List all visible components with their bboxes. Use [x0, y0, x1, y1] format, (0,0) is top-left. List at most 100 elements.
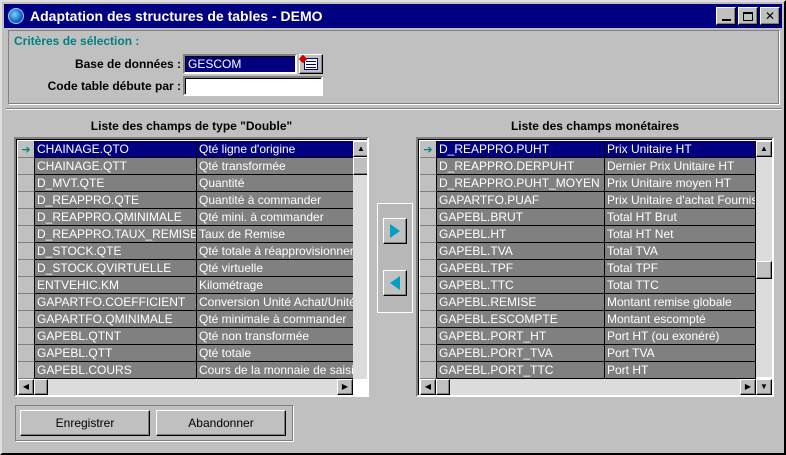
row-selector[interactable]	[18, 345, 35, 362]
field-name-cell: GAPEBL.HT	[437, 226, 605, 243]
row-selector[interactable]	[18, 294, 35, 311]
scroll-thumb[interactable]	[353, 157, 367, 175]
table-row[interactable]: D_REAPPRO.PUHT_MOYEN Prix Unitaire moyen …	[420, 175, 756, 192]
row-selector[interactable]	[18, 192, 35, 209]
minimize-button[interactable]	[716, 7, 736, 25]
row-selector[interactable]	[420, 260, 437, 277]
table-row[interactable]: GAPEBL.HT Total HT Net	[420, 226, 756, 243]
field-description-cell: Qté non transformée	[197, 328, 355, 345]
db-label: Base de données :	[74, 57, 181, 71]
table-row[interactable]: ➔ CHAINAGE.QTO Qté ligne d'origine	[18, 141, 355, 158]
field-name-cell: GAPEBL.REMISE	[437, 294, 605, 311]
field-description-cell: Dernier Prix Unitaire HT	[605, 158, 756, 175]
field-description-cell: Qté minimale à commander	[197, 311, 355, 328]
field-description-cell: Qté totale à réapprovisionner	[197, 243, 355, 260]
table-row[interactable]: GAPARTFO.QMINIMALE Qté minimale à command…	[18, 311, 355, 328]
field-name-cell: GAPEBL.PORT_TTC	[437, 362, 605, 379]
row-selector[interactable]	[18, 158, 35, 175]
row-selector[interactable]	[18, 277, 35, 294]
row-selector[interactable]	[420, 311, 437, 328]
table-row[interactable]: GAPEBL.TVA Total TVA	[420, 243, 756, 260]
cancel-button[interactable]: Abandonner	[156, 410, 286, 436]
arrow-right-icon	[390, 224, 400, 238]
scroll-right-button[interactable]: ▶	[337, 379, 353, 395]
field-name-cell: GAPEBL.TVA	[437, 243, 605, 260]
scroll-up-button[interactable]: ▲	[353, 141, 367, 157]
row-selector[interactable]	[420, 277, 437, 294]
table-row[interactable]: GAPEBL.TPF Total TPF	[420, 260, 756, 277]
save-button[interactable]: Enregistrer	[20, 410, 150, 436]
table-row[interactable]: ENTVEHIC.KM Kilométrage	[18, 277, 355, 294]
close-button[interactable]: ✕	[760, 7, 780, 25]
row-selector[interactable]	[420, 175, 437, 192]
scroll-down-button[interactable]: ▼	[756, 379, 772, 395]
table-row[interactable]: GAPARTFO.PUAF Prix Unitaire d'achat Fourn…	[420, 192, 756, 209]
table-row[interactable]: GAPEBL.COURS Cours de la monnaie de saisi…	[18, 362, 355, 379]
row-selector[interactable]	[420, 328, 437, 345]
scroll-up-button[interactable]: ▲	[756, 141, 772, 157]
field-name-cell: GAPEBL.TPF	[437, 260, 605, 277]
table-row[interactable]: D_REAPPRO.DERPUHT Dernier Prix Unitaire H…	[420, 158, 756, 175]
field-name-cell: GAPEBL.COURS	[35, 362, 197, 379]
database-field[interactable]: GESCOM	[183, 54, 297, 74]
table-row[interactable]: D_MVT.QTE Quantité	[18, 175, 355, 192]
scroll-thumb[interactable]	[436, 379, 450, 395]
table-row[interactable]: ➔ D_REAPPRO.PUHT Prix Unitaire HT	[420, 141, 756, 158]
table-row[interactable]: GAPEBL.REMISE Montant remise globale	[420, 294, 756, 311]
maximize-button[interactable]	[738, 7, 758, 25]
row-selector[interactable]	[420, 158, 437, 175]
current-row-arrow-icon[interactable]: ➔	[18, 141, 35, 158]
table-row[interactable]: GAPEBL.QTT Qté totale	[18, 345, 355, 362]
row-selector[interactable]	[420, 226, 437, 243]
field-description-cell: Port TVA	[605, 345, 756, 362]
row-selector[interactable]	[18, 260, 35, 277]
table-row[interactable]: GAPEBL.TTC Total TTC	[420, 277, 756, 294]
row-selector[interactable]	[18, 243, 35, 260]
table-row[interactable]: D_STOCK.QTE Qté totale à réapprovisionner	[18, 243, 355, 260]
row-selector[interactable]	[18, 226, 35, 243]
code-label: Code table débute par :	[47, 79, 181, 93]
row-selector[interactable]	[420, 362, 437, 379]
table-row[interactable]: D_STOCK.QVIRTUELLE Qté virtuelle	[18, 260, 355, 277]
scroll-right-button[interactable]: ▶	[740, 379, 756, 395]
scroll-thumb[interactable]	[34, 379, 48, 395]
left-vertical-scrollbar[interactable]: ▲	[353, 141, 367, 379]
row-selector[interactable]	[420, 345, 437, 362]
row-selector[interactable]	[420, 294, 437, 311]
scroll-thumb[interactable]	[756, 261, 772, 279]
table-row[interactable]: GAPEBL.PORT_HT Port HT (ou exonéré)	[420, 328, 756, 345]
table-row[interactable]: CHAINAGE.QTT Qté transformée	[18, 158, 355, 175]
row-selector[interactable]	[420, 243, 437, 260]
row-selector[interactable]	[18, 362, 35, 379]
row-selector[interactable]	[420, 209, 437, 226]
row-selector[interactable]	[18, 209, 35, 226]
table-row[interactable]: GAPEBL.PORT_TVA Port TVA	[420, 345, 756, 362]
current-row-arrow-icon[interactable]: ➔	[420, 141, 437, 158]
left-horizontal-scrollbar[interactable]: ◀ ▶	[18, 379, 353, 395]
right-horizontal-scrollbar[interactable]: ◀ ▶ ▼	[420, 379, 772, 395]
scroll-left-button[interactable]: ◀	[420, 379, 436, 395]
table-row[interactable]: D_REAPPRO.QMINIMALE Qté mini. à commander	[18, 209, 355, 226]
table-row[interactable]: D_REAPPRO.QTE Quantité à commander	[18, 192, 355, 209]
scroll-left-button[interactable]: ◀	[18, 379, 34, 395]
table-row[interactable]: GAPEBL.ESCOMPTE Montant escompté	[420, 311, 756, 328]
row-selector[interactable]	[420, 192, 437, 209]
move-left-button[interactable]	[383, 270, 407, 296]
table-row[interactable]: GAPEBL.PORT_TTC Port HT	[420, 362, 756, 379]
row-selector[interactable]	[18, 328, 35, 345]
row-selector[interactable]	[18, 311, 35, 328]
table-row[interactable]: GAPARTFO.COEFFICIENT Conversion Unité Ach…	[18, 294, 355, 311]
database-lookup-button[interactable]	[299, 54, 323, 74]
field-name-cell: D_REAPPRO.PUHT_MOYEN	[437, 175, 605, 192]
table-row[interactable]: GAPEBL.BRUT Total HT Brut	[420, 209, 756, 226]
double-fields-grid[interactable]: ➔ CHAINAGE.QTO Qté ligne d'origine CHAINAGE…	[14, 137, 369, 397]
table-row[interactable]: D_REAPPRO.TAUX_REMISE Taux de Remise	[18, 226, 355, 243]
right-vertical-scrollbar[interactable]: ▲	[756, 141, 772, 377]
monetary-fields-grid[interactable]: ➔ D_REAPPRO.PUHT Prix Unitaire HT D_REAPPRO…	[416, 137, 774, 397]
field-name-cell: GAPEBL.BRUT	[437, 209, 605, 226]
row-selector[interactable]	[18, 175, 35, 192]
field-name-cell: GAPARTFO.PUAF	[437, 192, 605, 209]
move-right-button[interactable]	[383, 218, 407, 244]
code-table-field[interactable]	[183, 76, 323, 96]
table-row[interactable]: GAPEBL.QTNT Qté non transformée	[18, 328, 355, 345]
